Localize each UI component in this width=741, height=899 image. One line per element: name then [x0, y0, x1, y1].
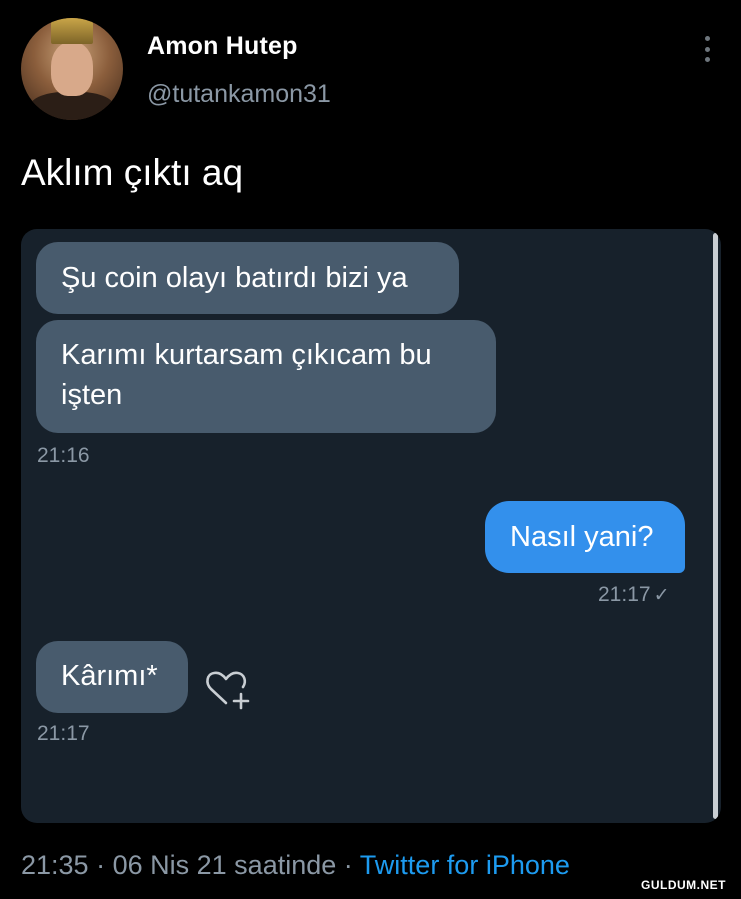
- more-dot: [704, 36, 710, 41]
- tweet-footer: 21:35 · 06 Nis 21 saatinde · Twitter for…: [21, 850, 570, 881]
- read-check-icon: ✓: [653, 585, 670, 606]
- watermark: GULDUM.NET: [641, 878, 726, 892]
- tweet-text: Aklım çıktı aq: [21, 152, 244, 193]
- avatar[interactable]: [21, 18, 123, 120]
- more-dot: [704, 46, 710, 52]
- author-handle[interactable]: @tutankamon31: [147, 80, 331, 109]
- footer-separator: ·: [343, 850, 353, 880]
- avatar-shoulders: [29, 92, 115, 120]
- message-timestamp-with-check: 21:17 ✓: [598, 583, 669, 607]
- footer-separator: ·: [96, 850, 106, 880]
- message-timestamp: 21:16: [37, 444, 90, 467]
- message-timestamp: 21:17: [598, 583, 651, 606]
- more-dot: [704, 57, 710, 62]
- tweet-time: 21:35: [21, 850, 89, 880]
- message-bubble-outgoing: Nasıl yani?: [485, 501, 685, 573]
- avatar-crown: [51, 18, 93, 44]
- heart-plus-icon: [206, 671, 250, 710]
- message-timestamp: 21:17: [37, 722, 90, 745]
- message-bubble-incoming: Şu coin olayı batırdı bizi ya: [36, 242, 459, 314]
- tweet-media-chat-screenshot[interactable]: Şu coin olayı batırdı bizi ya Karımı kur…: [21, 229, 721, 823]
- scrollbar[interactable]: [713, 233, 718, 819]
- message-bubble-incoming: Kârımı*: [36, 641, 188, 713]
- tweet-source-link[interactable]: Twitter for iPhone: [360, 850, 570, 880]
- message-bubble-incoming: Karımı kurtarsam çıkıcam bu işten: [36, 320, 496, 433]
- author-display-name[interactable]: Amon Hutep: [147, 32, 298, 61]
- more-options-icon[interactable]: [700, 36, 714, 62]
- avatar-face: [51, 42, 93, 96]
- tweet-date: 06 Nis 21 saatinde: [112, 850, 337, 880]
